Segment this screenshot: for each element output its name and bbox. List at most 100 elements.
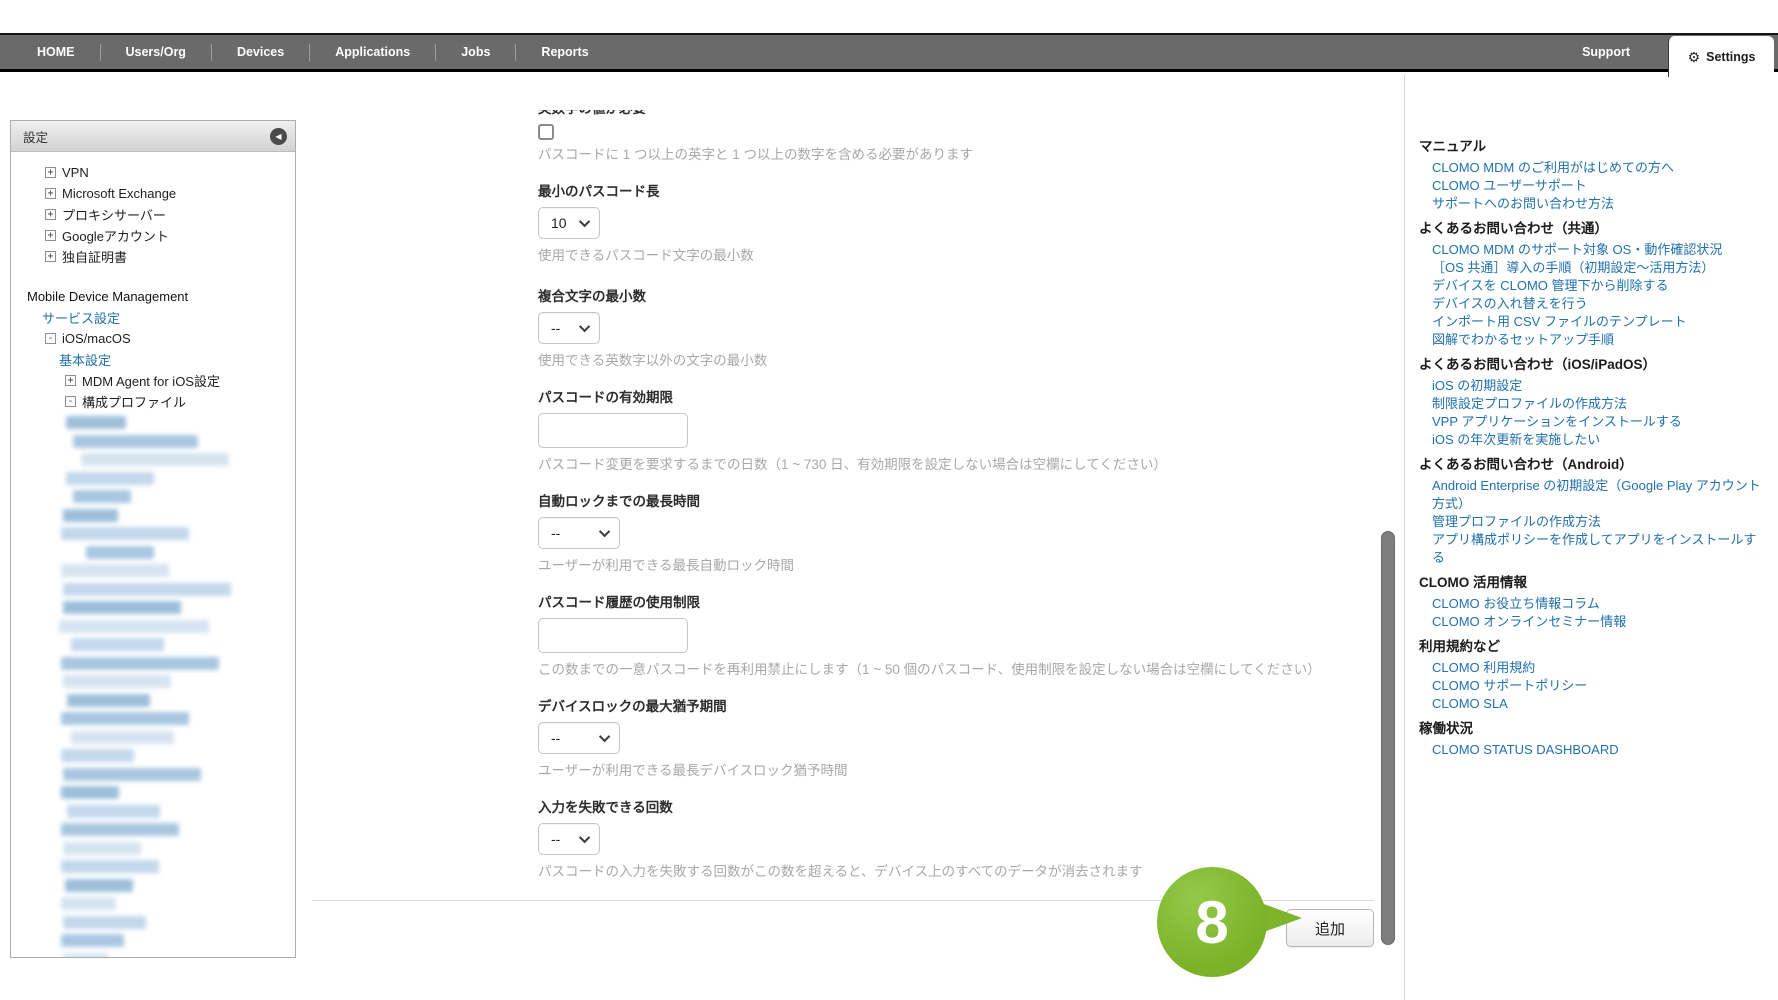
redacted-item [63,601,181,614]
help-link[interactable]: アプリ構成ポリシーを作成してアプリをインストールする [1419,531,1762,567]
redacted-item [61,657,219,670]
node-label: 構成プロファイル [82,392,186,411]
help-link[interactable]: CLOMO 利用規約 [1419,659,1762,677]
redacted-item [61,527,189,540]
help-link[interactable]: 制限設定プロファイルの作成方法 [1419,395,1762,413]
help-link[interactable]: ［OS 共通］導入の手順（初期設定～活用方法） [1419,259,1762,277]
mdm-section-heading: Mobile Device Management [11,286,295,307]
help-section-6: 稼働状況 CLOMO STATUS DASHBOARD [1419,719,1762,759]
nav-item-users-org[interactable]: Users/Org [101,45,211,59]
redacted-item [63,916,146,929]
field-min-length: 最小のパスコード長 10 使用できるパスコード文字の最小数 [538,183,1374,265]
redacted-item [63,768,201,781]
help-link[interactable]: CLOMO サポートポリシー [1419,677,1762,695]
settings-tab-label: Settings [1706,50,1755,64]
help-link[interactable]: VPP アプリケーションをインストールする [1419,413,1762,431]
sidebar-node-google-[interactable]: +Googleアカウント [11,225,295,246]
help-link[interactable]: CLOMO ユーザーサポート [1419,177,1762,195]
help-link[interactable]: CLOMO SLA [1419,695,1762,713]
gear-icon: ⚙ [1688,50,1701,64]
help-section-title: 利用規約など [1419,637,1762,657]
auto-lock-select[interactable]: -- [538,517,620,549]
sidebar-node--[interactable]: 基本設定 [11,349,295,370]
expand-plus-icon[interactable]: + [45,251,56,262]
chevron-down-icon [599,731,610,742]
select-value: -- [551,831,560,847]
expand-plus-icon[interactable]: + [65,375,76,386]
complex-chars-select[interactable]: -- [538,312,600,344]
settings-sidebar: 設定 ◀ +VPN+Microsoft Exchange+プロキシサーバー+Go… [10,120,296,958]
redacted-item [63,953,108,959]
sidebar-node--[interactable]: -構成プロファイル [11,391,295,412]
nav-item-jobs[interactable]: Jobs [436,45,515,59]
help-link[interactable]: 図解でわかるセットアップ手順 [1419,331,1762,349]
sidebar-node--[interactable]: +独自証明書 [11,246,295,267]
help-link[interactable]: 管理プロファイルの作成方法 [1419,513,1762,531]
help-link[interactable]: iOS の初期設定 [1419,377,1762,395]
field-label: 入力を失敗できる回数 [538,799,1374,817]
help-link[interactable]: サポートへのお問い合わせ方法 [1419,195,1762,213]
nav-item-support[interactable]: Support [1582,45,1630,59]
help-section-title: 稼働状況 [1419,719,1762,739]
field-label: パスコードの有効期限 [538,389,1374,407]
nav-item-reports[interactable]: Reports [516,45,613,59]
sidebar-node-vpn[interactable]: +VPN [11,162,295,183]
help-link[interactable]: デバイスを CLOMO 管理下から削除する [1419,277,1762,295]
help-section-1: よくあるお問い合わせ（共通）CLOMO MDM のサポート対象 OS・動作確認状… [1419,219,1762,349]
expand-plus-icon[interactable]: + [45,188,56,199]
field-hint: パスコード変更を要求するまでの日数（1 ~ 730 日、有効期限を設定しない場合… [538,456,1374,474]
help-link[interactable]: CLOMO オンラインセミナー情報 [1419,613,1762,631]
help-section-5: 利用規約など CLOMO 利用規約CLOMO サポートポリシーCLOMO SLA [1419,637,1762,713]
select-value: -- [551,730,560,746]
redacted-item [71,638,164,651]
sidebar-link[interactable]: 基本設定 [59,350,111,369]
sidebar-node-mdm-agent-for-ios-[interactable]: +MDM Agent for iOS設定 [11,370,295,391]
field-hint: この数までの一意パスコードを再利用禁止にします（1 ~ 50 個のパスコード、使… [538,661,1374,679]
help-section-title: よくあるお問い合わせ（iOS/iPadOS） [1419,355,1762,375]
tab-settings[interactable]: ⚙ Settings [1668,36,1774,77]
help-link[interactable]: デバイスの入れ替えを行う [1419,295,1762,313]
vertical-scrollbar-thumb[interactable] [1381,531,1395,945]
passcode-expiry-input[interactable] [538,413,688,448]
help-link[interactable]: CLOMO MDM のサポート対象 OS・動作確認状況 [1419,241,1762,259]
collapse-minus-icon[interactable]: - [65,396,76,407]
help-link[interactable]: Android Enterprise の初期設定（Google Play アカウ… [1419,477,1762,513]
nav-item-home[interactable]: HOME [12,45,100,59]
sidebar-node--[interactable]: +プロキシサーバー [11,204,295,225]
select-value: 10 [551,215,567,231]
min-passcode-length-select[interactable]: 10 [538,207,600,239]
sidebar-node-ios-macos[interactable]: -iOS/macOS [11,328,295,349]
redacted-item [86,546,154,559]
sidebar-title: 設定 [23,127,48,146]
nav-item-devices[interactable]: Devices [212,45,309,59]
sidebar-node--[interactable]: サービス設定 [11,307,295,328]
field-history: パスコード履歴の使用制限 この数までの一意パスコードを再利用禁止にします（1 ~… [538,594,1374,679]
passcode-history-input[interactable] [538,618,688,653]
alnum-required-checkbox[interactable] [538,124,554,140]
help-link[interactable]: CLOMO MDM のご利用がはじめての方へ [1419,159,1762,177]
expand-plus-icon[interactable]: + [45,209,56,220]
redacted-item [63,675,171,688]
redacted-item [63,842,141,855]
sidebar-node-microsoft-exchange[interactable]: +Microsoft Exchange [11,183,295,204]
help-section-4: CLOMO 活用情報CLOMO お役立ち情報コラムCLOMO オンラインセミナー… [1419,573,1762,631]
help-link[interactable]: インポート用 CSV ファイルのテンプレート [1419,313,1762,331]
help-section-title: よくあるお問い合わせ（Android） [1419,455,1762,475]
redacted-item [71,731,174,744]
help-link[interactable]: CLOMO お役立ち情報コラム [1419,595,1762,613]
field-hint: ユーザーが利用できる最長デバイスロック猶予時間 [538,762,1374,780]
collapse-sidebar-button[interactable]: ◀ [270,128,287,145]
collapse-minus-icon[interactable]: - [45,333,56,344]
field-hint: パスコードに 1 つ以上の英字と 1 つ以上の数字を含める必要があります [538,146,1374,164]
help-section-title: マニュアル [1419,137,1762,157]
failed-attempts-select[interactable]: -- [538,823,600,855]
field-label: 自動ロックまでの最長時間 [538,493,1374,511]
help-link[interactable]: CLOMO STATUS DASHBOARD [1419,741,1762,759]
nav-item-applications[interactable]: Applications [310,45,435,59]
expand-plus-icon[interactable]: + [45,167,56,178]
help-link[interactable]: iOS の年次更新を実施したい [1419,431,1762,449]
sidebar-link[interactable]: サービス設定 [42,308,120,327]
expand-plus-icon[interactable]: + [45,230,56,241]
device-lock-grace-select[interactable]: -- [538,722,620,754]
field-hint: 使用できるパスコード文字の最小数 [538,247,1374,265]
